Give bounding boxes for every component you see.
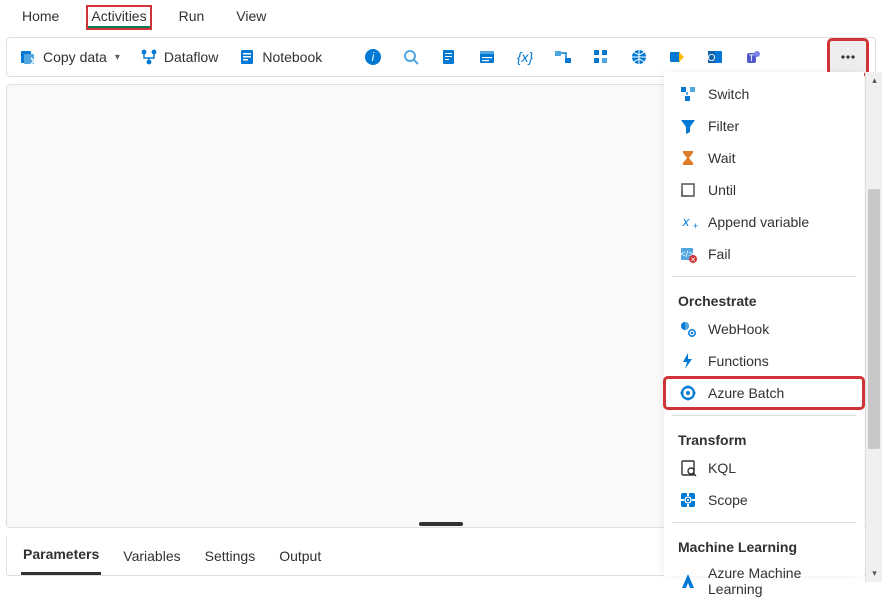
- svg-text:✕: ✕: [690, 257, 696, 263]
- menu-heading-ml: Machine Learning: [664, 529, 864, 559]
- filter-icon: [678, 116, 698, 136]
- svg-text:O: O: [708, 53, 716, 64]
- top-tab-bar: Home Activities Run View: [0, 0, 882, 33]
- outlook-icon[interactable]: O: [700, 42, 730, 72]
- menu-separator: [672, 276, 856, 277]
- web-icon[interactable]: [624, 42, 654, 72]
- tab-parameters[interactable]: Parameters: [21, 536, 101, 575]
- menu-item-azure-ml[interactable]: Azure Machine Learning: [664, 559, 864, 603]
- svg-text:i: i: [372, 50, 375, 64]
- menu-label: Switch: [708, 86, 749, 102]
- dataflow-label: Dataflow: [164, 49, 218, 65]
- more-activities-button[interactable]: [829, 40, 867, 74]
- notebook-button[interactable]: Notebook: [232, 44, 328, 70]
- kql-icon: [678, 458, 698, 478]
- notebook-icon: [238, 48, 256, 66]
- menu-item-filter[interactable]: Filter: [664, 110, 864, 142]
- until-icon: [678, 180, 698, 200]
- chevron-down-icon: ▾: [115, 52, 120, 63]
- fail-icon: </>✕: [678, 244, 698, 264]
- pipeline-icon[interactable]: [548, 42, 578, 72]
- menu-label: Wait: [708, 150, 735, 166]
- variable-icon[interactable]: {x}: [510, 42, 540, 72]
- menu-label: Fail: [708, 246, 731, 262]
- menu-label: Functions: [708, 353, 769, 369]
- menu-heading-orchestrate: Orchestrate: [664, 283, 864, 313]
- menu-label: Scope: [708, 492, 748, 508]
- menu-label: Azure Batch: [708, 385, 784, 401]
- scroll-up-arrow[interactable]: ▴: [866, 72, 882, 89]
- menu-item-until[interactable]: Until: [664, 174, 864, 206]
- menu-item-webhook[interactable]: WebHook: [664, 313, 864, 345]
- stored-proc-icon[interactable]: [472, 42, 502, 72]
- wait-icon: [678, 148, 698, 168]
- dataflow-button[interactable]: Dataflow: [134, 44, 224, 70]
- ellipsis-icon: [839, 48, 857, 66]
- azure-ml-icon: [678, 571, 698, 591]
- scroll-down-arrow[interactable]: ▾: [866, 565, 882, 582]
- foreach-icon[interactable]: [586, 42, 616, 72]
- menu-item-fail[interactable]: </>✕ Fail: [664, 238, 864, 270]
- svg-text:{x}: {x}: [517, 49, 534, 65]
- menu-item-switch[interactable]: Switch: [664, 78, 864, 110]
- copy-data-icon: [19, 48, 37, 66]
- tab-output[interactable]: Output: [277, 538, 323, 574]
- toolbar: Copy data ▾ Dataflow Notebook i {x}: [6, 37, 876, 77]
- teams-icon[interactable]: T: [738, 42, 768, 72]
- switch-icon: [678, 84, 698, 104]
- tab-view[interactable]: View: [232, 6, 270, 29]
- svg-text:+: +: [693, 221, 698, 231]
- panel-resize-handle[interactable]: [419, 522, 463, 526]
- tab-run[interactable]: Run: [175, 6, 209, 29]
- menu-item-scope[interactable]: Scope: [664, 484, 864, 516]
- functions-icon: [678, 351, 698, 371]
- svg-text:x: x: [682, 214, 690, 229]
- webhook-icon: [678, 319, 698, 339]
- svg-text:T: T: [749, 53, 755, 63]
- menu-item-azure-batch[interactable]: Azure Batch: [664, 377, 864, 409]
- tab-activities[interactable]: Activities: [87, 6, 150, 29]
- tab-settings[interactable]: Settings: [203, 538, 258, 574]
- copy-data-button[interactable]: Copy data ▾: [13, 44, 126, 70]
- menu-item-wait[interactable]: Wait: [664, 142, 864, 174]
- menu-label: WebHook: [708, 321, 769, 337]
- azure-batch-icon: [678, 383, 698, 403]
- menu-separator: [672, 522, 856, 523]
- menu-label: Azure Machine Learning: [708, 565, 856, 597]
- menu-item-functions[interactable]: Functions: [664, 345, 864, 377]
- info-icon[interactable]: i: [358, 42, 388, 72]
- activities-dropdown: Switch Filter Wait Until x+ Append varia…: [664, 72, 864, 576]
- menu-separator: [672, 415, 856, 416]
- menu-heading-transform: Transform: [664, 422, 864, 452]
- copy-data-label: Copy data: [43, 49, 107, 65]
- scroll-thumb[interactable]: [868, 189, 880, 449]
- dataflow-icon: [140, 48, 158, 66]
- notebook-label: Notebook: [262, 49, 322, 65]
- script-icon[interactable]: [434, 42, 464, 72]
- invoke-icon[interactable]: [662, 42, 692, 72]
- scroll-track[interactable]: [866, 89, 882, 565]
- menu-label: Until: [708, 182, 736, 198]
- menu-label: Filter: [708, 118, 739, 134]
- menu-label: KQL: [708, 460, 736, 476]
- menu-item-kql[interactable]: KQL: [664, 452, 864, 484]
- append-variable-icon: x+: [678, 212, 698, 232]
- search-icon[interactable]: [396, 42, 426, 72]
- scope-icon: [678, 490, 698, 510]
- tab-home[interactable]: Home: [18, 6, 63, 29]
- menu-item-append-variable[interactable]: x+ Append variable: [664, 206, 864, 238]
- menu-label: Append variable: [708, 214, 809, 230]
- tab-variables[interactable]: Variables: [121, 538, 182, 574]
- vertical-scrollbar[interactable]: ▴ ▾: [865, 72, 882, 582]
